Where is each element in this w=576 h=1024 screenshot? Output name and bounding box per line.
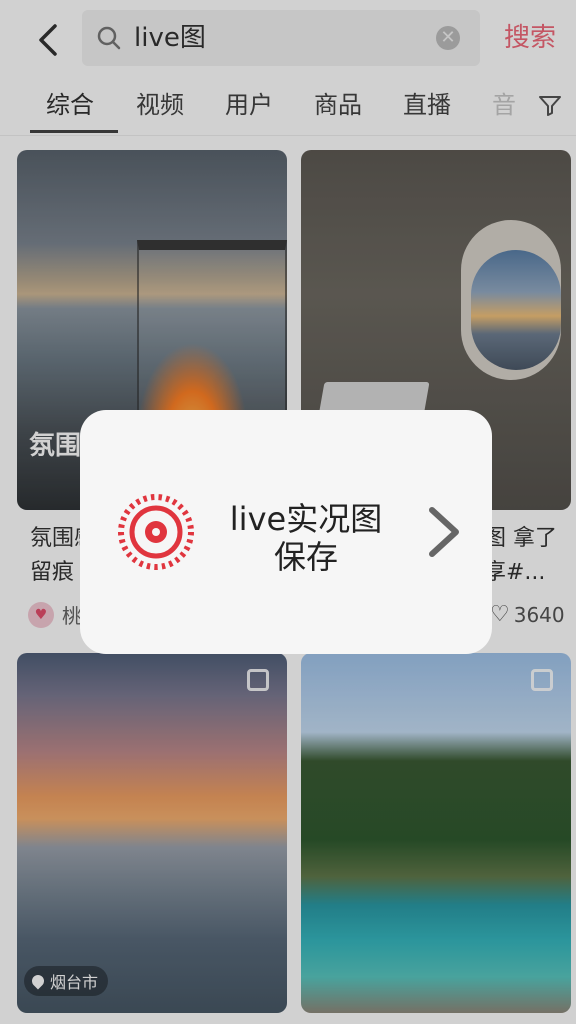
popup-label: live实况图 保存 — [229, 500, 383, 576]
live-photo-save-popup[interactable]: live实况图 保存 — [80, 410, 492, 654]
live-photo-icon — [118, 494, 194, 570]
chevron-right-icon[interactable] — [426, 506, 462, 558]
